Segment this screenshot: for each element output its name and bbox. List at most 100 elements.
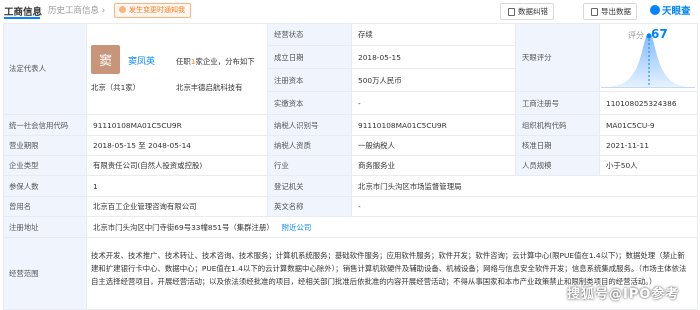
watermark: 搜狐号@IPO参考 xyxy=(567,287,680,302)
company-type-label: 企业类型 xyxy=(9,161,39,170)
reg-capital-value: 500万人民币 xyxy=(358,75,402,85)
export-button[interactable]: 导出数据 xyxy=(583,3,637,20)
legal-rep-name-link[interactable]: 窦凤英 xyxy=(128,54,155,67)
insured-label-cell: 参保人数 xyxy=(3,176,87,197)
staff-size-value-cell: 小于50人 xyxy=(600,156,698,176)
company-type-value: 有限责任公司(自然人投资或控股) xyxy=(93,161,203,170)
address-value-cell: 北京市门头沟区中门寺街69号33幢851号（集群注册） 附近公司 xyxy=(87,217,698,238)
export-label: 导出数据 xyxy=(601,7,631,16)
status-value: 存续 xyxy=(358,29,373,39)
term-value: 2018-05-15 至 2048-05-14 xyxy=(93,141,191,150)
reg-no-label-cell: 工商注册号 xyxy=(516,92,600,115)
score-label: 天眼评分 xyxy=(522,52,552,62)
credit-code-label: 统一社会信用代码 xyxy=(9,120,69,130)
taxpayer-id-value: 91110108MA01C5CU9R xyxy=(358,120,447,130)
status-label-cell: 经营状态 xyxy=(268,23,352,46)
export-icon xyxy=(591,8,598,16)
authority-value: 北京市门头沟区市场监督管理局 xyxy=(358,181,462,191)
legal-rep-company-link[interactable]: 北京丰德启航科技有 xyxy=(176,82,243,93)
nearby-companies-link[interactable]: 附近公司 xyxy=(282,222,312,233)
paid-capital-value-cell: - xyxy=(352,92,516,115)
score-prefix: 评分 xyxy=(628,31,644,40)
english-name-label-cell: 英文名称 xyxy=(268,197,352,217)
scope-label: 经营范围 xyxy=(9,269,39,278)
notify-change-button[interactable]: 发生变更时通知我 xyxy=(114,3,191,18)
former-name-label-cell: 曾用名 xyxy=(3,197,87,217)
term-label-cell: 营业期限 xyxy=(3,136,87,156)
data-correction-label: 数据纠错 xyxy=(518,7,548,16)
notify-label: 发生变更时通知我 xyxy=(129,6,185,14)
staff-size-value: 小于50人 xyxy=(606,161,638,170)
english-name-value-cell: - xyxy=(352,197,698,217)
english-name-label: 英文名称 xyxy=(274,202,304,211)
tab-business-info[interactable]: 工商信息 xyxy=(4,4,42,18)
org-code-value: MA01C5CU-9 xyxy=(606,120,655,130)
org-code-value-cell: MA01C5CU-9 xyxy=(600,115,698,136)
logo-icon xyxy=(650,5,660,15)
insured-value-cell: 1 xyxy=(87,176,268,197)
legal-rep-label: 法定代表人 xyxy=(9,64,46,73)
tab-history-info[interactable]: 历史工商信息 › xyxy=(48,4,105,16)
english-name-value: - xyxy=(358,202,361,211)
legal-rep-label-cell: 法定代表人 xyxy=(3,23,87,115)
legal-rep-note: 任职1家企业，分布如下 xyxy=(176,56,255,67)
taxpayer-id-label-cell: 纳税人识别号 xyxy=(268,115,352,136)
staff-size-label: 人员规模 xyxy=(522,161,552,170)
credit-code-value: 91110108MA01C5CU9R xyxy=(93,120,182,130)
avatar[interactable]: 窦 xyxy=(91,45,120,74)
reg-no-label: 工商注册号 xyxy=(522,98,559,108)
approval-date-value: 2021-11-11 xyxy=(606,141,649,150)
insured-value: 1 xyxy=(93,181,98,191)
address-label-cell: 注册地址 xyxy=(3,217,87,238)
reg-no-value: 110108025324386 xyxy=(606,98,677,108)
credit-code-value-cell: 91110108MA01C5CU9R xyxy=(87,115,268,136)
credit-code-label-cell: 统一社会信用代码 xyxy=(3,115,87,136)
established-label: 成立日期 xyxy=(274,52,304,62)
taxpayer-type-label: 纳税人资质 xyxy=(274,141,311,150)
taxpayer-type-value: 一般纳税人 xyxy=(358,141,395,150)
avatar-char: 窦 xyxy=(98,54,112,69)
tianyancha-logo: 天眼查 xyxy=(650,3,691,17)
status-value-cell: 存续 xyxy=(352,23,516,46)
approval-date-label-cell: 核准日期 xyxy=(516,136,600,156)
paid-capital-value: - xyxy=(358,98,361,108)
paid-capital-label: 实缴资本 xyxy=(274,98,304,108)
reg-no-value-cell: 110108025324386 xyxy=(600,92,698,115)
former-name-value: 北京百工企业管理咨询有限公司 xyxy=(93,202,197,211)
legal-rep-note-suffix: 家企业，分布如下 xyxy=(195,57,255,66)
authority-label: 登记机关 xyxy=(274,181,304,191)
data-correction-button[interactable]: 数据纠错 xyxy=(500,3,554,20)
former-name-value-cell: 北京百工企业管理咨询有限公司 xyxy=(87,197,268,217)
score-bell-chart xyxy=(601,33,695,88)
established-label-cell: 成立日期 xyxy=(268,46,352,69)
taxpayer-type-value-cell: 一般纳税人 xyxy=(352,136,516,156)
industry-value-cell: 商务服务业 xyxy=(352,156,516,176)
approval-date-label: 核准日期 xyxy=(522,141,552,150)
established-value-cell: 2018-05-15 xyxy=(352,46,516,69)
address-label: 注册地址 xyxy=(9,222,39,232)
industry-value: 商务服务业 xyxy=(358,161,395,170)
top-bar: 工商信息 历史工商信息 › 发生变更时通知我 数据纠错 导出数据 天眼查 xyxy=(0,0,700,22)
industry-label-cell: 行业 xyxy=(268,156,352,176)
edit-icon xyxy=(508,8,515,16)
insured-label: 参保人数 xyxy=(9,181,39,191)
approval-date-value-cell: 2021-11-11 xyxy=(600,136,698,156)
reg-capital-value-cell: 500万人民币 xyxy=(352,69,516,92)
legal-rep-note-prefix: 任职 xyxy=(176,57,191,66)
industry-label: 行业 xyxy=(274,161,289,170)
scope-label-cell: 经营范围 xyxy=(3,238,87,310)
taxpayer-id-value-cell: 91110108MA01C5CU9R xyxy=(352,115,516,136)
reg-capital-label-cell: 注册资本 xyxy=(268,69,352,92)
paid-capital-label-cell: 实缴资本 xyxy=(268,92,352,115)
logo-text: 天眼查 xyxy=(662,6,691,17)
authority-label-cell: 登记机关 xyxy=(268,176,352,197)
taxpayer-type-label-cell: 纳税人资质 xyxy=(268,136,352,156)
reg-capital-label: 注册资本 xyxy=(274,75,304,85)
former-name-label: 曾用名 xyxy=(9,202,32,211)
score-value: 67 xyxy=(651,27,668,41)
tab-active-indicator xyxy=(4,17,40,19)
staff-size-label-cell: 人员规模 xyxy=(516,156,600,176)
taxpayer-id-label: 纳税人识别号 xyxy=(274,120,319,130)
org-code-label-cell: 组织机构代码 xyxy=(516,115,600,136)
legal-rep-location: 北京（共1家） xyxy=(91,83,141,92)
